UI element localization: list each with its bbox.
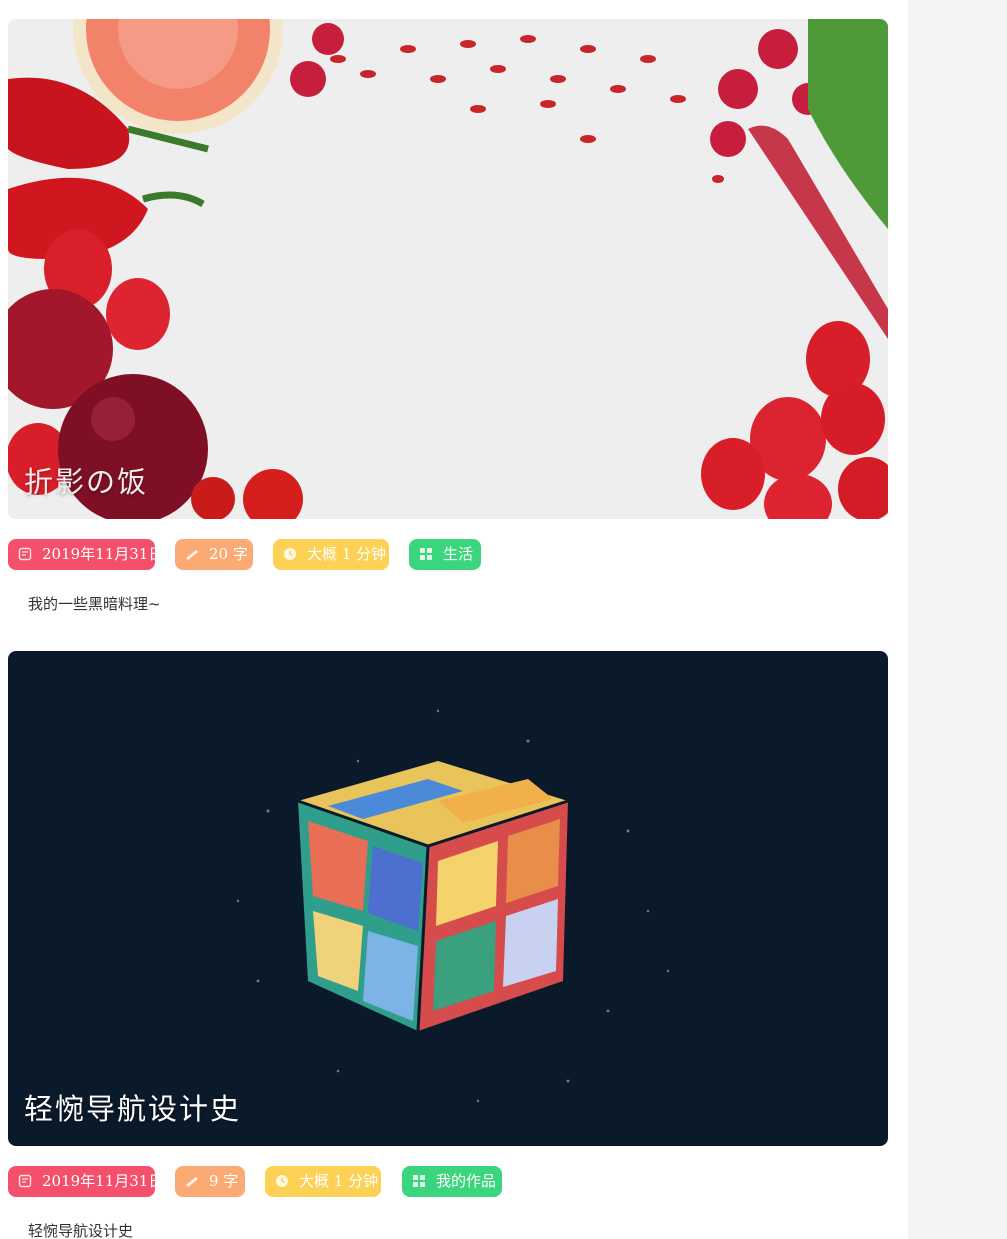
post-meta: 2019年11月31日 9 字 大概 1 分钟 我的作品 <box>8 1166 888 1198</box>
category-chip[interactable]: 我的作品 <box>402 1166 502 1197</box>
word-count-chip[interactable]: 9 字 <box>175 1166 245 1197</box>
post-title[interactable]: 折影の饭 <box>24 459 148 501</box>
post-card-2: 轻惋导航设计史 2019年11月31日 9 字 大概 1 分钟 我的作品 轻惋导… <box>8 651 888 1239</box>
clock-icon <box>276 1175 288 1187</box>
clock-icon <box>284 548 296 560</box>
post-meta: 2019年11月31日 20 字 大概 1 分钟 生活 <box>8 539 888 571</box>
word-count-chip[interactable]: 20 字 <box>175 539 253 570</box>
calendar-icon <box>18 1174 32 1188</box>
post-cover-image[interactable]: 折影の饭 <box>8 19 888 519</box>
fruit-frame-image <box>8 19 888 519</box>
grid-icon <box>413 1175 425 1187</box>
word-count-label: 9 字 <box>209 1172 239 1190</box>
post-excerpt: 我的一些黑暗料理~ <box>28 595 161 613</box>
illustrated-cube-image <box>8 651 888 1146</box>
date-label: 2019年11月31日 <box>42 545 164 563</box>
post-card-1: 折影の饭 2019年11月31日 20 字 大概 1 分钟 生活 我的一些黑暗料… <box>8 19 888 614</box>
pen-icon <box>186 550 198 560</box>
read-time-chip[interactable]: 大概 1 分钟 <box>265 1166 381 1197</box>
post-excerpt: 轻惋导航设计史 <box>28 1222 134 1239</box>
date-label: 2019年11月31日 <box>42 1172 164 1190</box>
read-time-chip[interactable]: 大概 1 分钟 <box>273 539 389 570</box>
read-time-label: 大概 1 分钟 <box>299 1172 379 1190</box>
pen-icon <box>186 1177 198 1187</box>
calendar-icon <box>18 547 32 561</box>
category-chip[interactable]: 生活 <box>409 539 481 570</box>
right-sidebar-background <box>908 0 1007 1239</box>
date-chip[interactable]: 2019年11月31日 <box>8 1166 163 1197</box>
post-title[interactable]: 轻惋导航设计史 <box>24 1086 241 1128</box>
date-chip[interactable]: 2019年11月31日 <box>8 539 163 570</box>
category-label: 生活 <box>443 545 474 563</box>
category-label: 我的作品 <box>436 1172 497 1190</box>
post-cover-image[interactable]: 轻惋导航设计史 <box>8 651 888 1146</box>
grid-icon <box>420 548 432 560</box>
word-count-label: 20 字 <box>209 545 248 563</box>
read-time-label: 大概 1 分钟 <box>307 545 387 563</box>
